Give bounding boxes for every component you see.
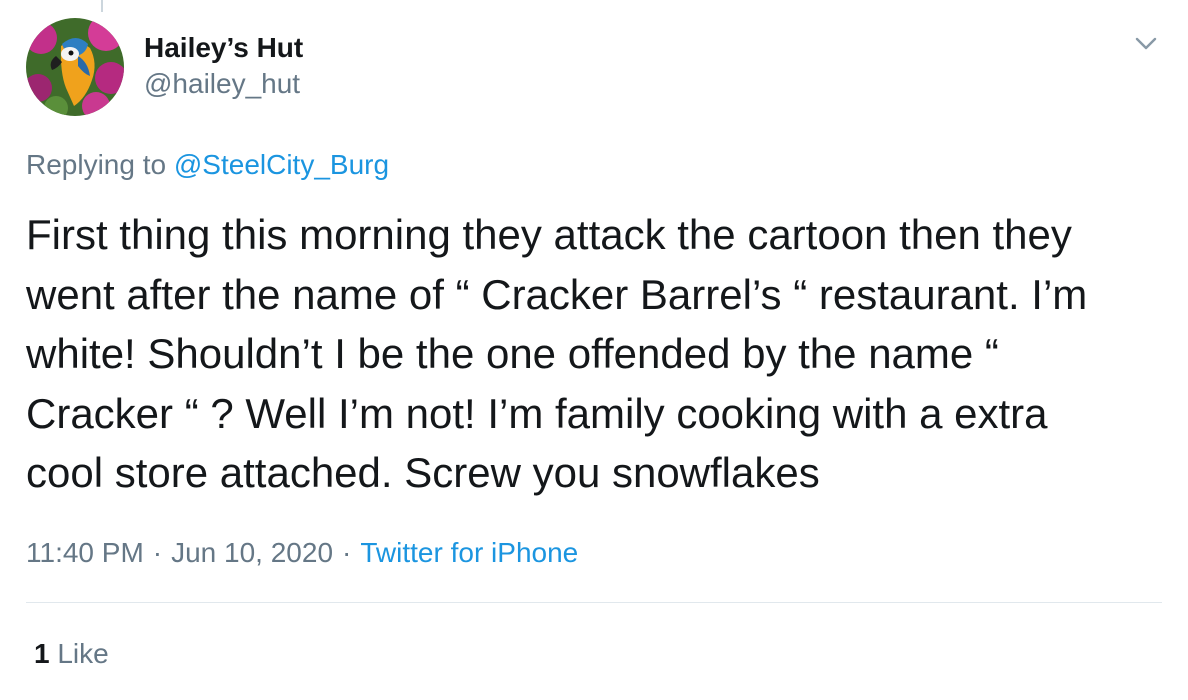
meta-separator: · [152, 537, 163, 568]
tweet-text-line: Cracker “ ? Well I’m not! I’m family coo… [26, 389, 1048, 437]
chevron-down-icon [1135, 37, 1157, 50]
likes-label: Like [57, 638, 109, 669]
thread-connector-line [101, 0, 103, 12]
tweet-text-line: First thing this morning they attack the… [26, 211, 1072, 258]
tweet-time[interactable]: 11:40 PM [26, 537, 144, 568]
divider [26, 602, 1162, 603]
likes-count: 1 [34, 638, 50, 669]
reply-mention-link[interactable]: @SteelCity_Burg [174, 149, 389, 180]
author-info[interactable]: Hailey’s Hut @hailey_hut [144, 30, 303, 102]
tweet-text-line: went after the name of “ Cracker Barrel’… [26, 270, 1088, 318]
display-name[interactable]: Hailey’s Hut [144, 30, 303, 66]
tweet-text: First thing this morning they attack the… [26, 205, 1166, 503]
tweet-metadata: 11:40 PM · Jun 10, 2020 · Twitter for iPhone [26, 535, 578, 571]
replying-to: Replying to @SteelCity_Burg [26, 147, 389, 183]
tweet-text-line: cool store attached. Screw you snowflake… [26, 449, 820, 496]
tweet-source-link[interactable]: Twitter for iPhone [360, 537, 578, 568]
user-handle[interactable]: @hailey_hut [144, 66, 303, 102]
likes-stat[interactable]: 1 Like [34, 636, 109, 672]
tweet-card: Hailey’s Hut @hailey_hut Replying to @St… [0, 0, 1188, 700]
avatar[interactable] [26, 18, 124, 116]
tweet-text-line: white! Shouldn’t I be the one offended b… [26, 330, 999, 377]
meta-separator: · [342, 537, 352, 568]
replying-to-label: Replying to [26, 149, 167, 180]
parrot-avatar-image [26, 18, 124, 116]
tweet-menu-button[interactable] [1128, 30, 1164, 58]
tweet-date[interactable]: Jun 10, 2020 [171, 537, 333, 568]
